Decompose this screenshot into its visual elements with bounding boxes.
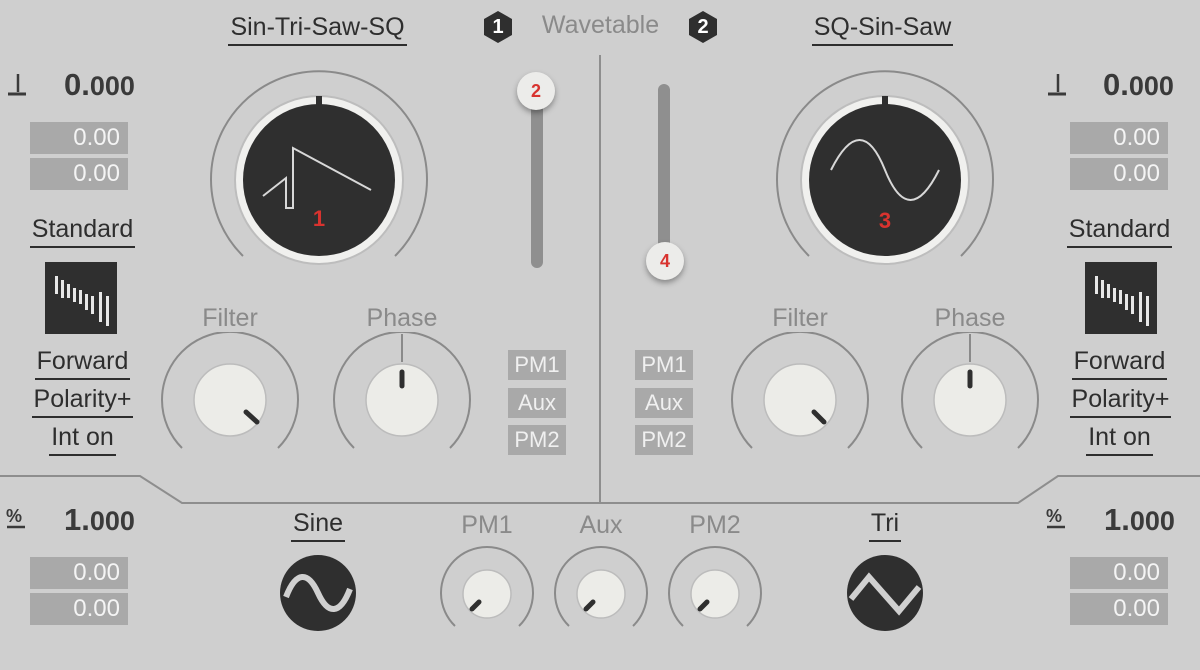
right-pitch-box-1[interactable]: 0.00: [1070, 122, 1168, 154]
osc1-hex-badge-icon: 1: [481, 10, 515, 44]
percent-icon: %: [1045, 506, 1067, 530]
osc1-filter-label: Filter: [202, 304, 258, 332]
osc2-tag-pm2[interactable]: PM2: [635, 425, 693, 455]
left-percent-value[interactable]: 1.000: [64, 502, 135, 538]
right-pitch-box-2[interactable]: 0.00: [1070, 158, 1168, 190]
osc2-filter-knob[interactable]: [730, 332, 870, 462]
left-pitch-box-2[interactable]: 0.00: [30, 158, 128, 190]
right-mode-selector[interactable]: Standard: [1052, 214, 1187, 248]
left-percent-box-2[interactable]: 0.00: [30, 593, 128, 625]
lfo2-shape-selector[interactable]: Tri: [845, 508, 925, 542]
left-pitch-value[interactable]: 0.000: [64, 67, 135, 103]
pm1-knob-label: PM1: [461, 511, 513, 539]
osc2-tag-pm1[interactable]: PM1: [635, 350, 693, 380]
quarter-note-icon: [1046, 72, 1068, 100]
left-polarity-selector[interactable]: Polarity+: [10, 384, 155, 418]
osc1-phase-knob[interactable]: [332, 332, 472, 462]
osc1-mix-slider-track[interactable]: [531, 92, 543, 268]
right-percent-box-2[interactable]: 0.00: [1070, 593, 1168, 625]
quarter-note-icon: [6, 72, 28, 100]
left-direction-selector[interactable]: Forward: [15, 346, 150, 380]
osc2-mix-slider-thumb[interactable]: 4: [646, 242, 684, 280]
percent-icon: %: [5, 506, 27, 530]
osc1-knob-number: 1: [312, 206, 326, 231]
osc2-wavetable-position-knob[interactable]: 3: [765, 60, 1005, 300]
right-percent-box-1[interactable]: 0.00: [1070, 557, 1168, 589]
osc1-tag-pm1[interactable]: PM1: [508, 350, 566, 380]
osc2-slider-number: 4: [659, 251, 670, 271]
osc2-hex-badge-icon: 2: [686, 10, 720, 44]
pm1-amount-knob[interactable]: [439, 542, 535, 638]
osc2-tag-aux[interactable]: Aux: [635, 388, 693, 418]
right-percent-value[interactable]: 1.000: [1104, 502, 1175, 538]
osc1-slider-number: 2: [530, 81, 541, 101]
step-bars-icon[interactable]: [45, 262, 117, 334]
left-pitch-box-1[interactable]: 0.00: [30, 122, 128, 154]
pm2-amount-knob[interactable]: [667, 542, 763, 638]
osc1-phase-label: Phase: [366, 304, 438, 332]
pm2-knob-label: PM2: [689, 511, 741, 539]
osc2-mix-slider-track[interactable]: [658, 84, 670, 262]
svg-text:%: %: [6, 506, 22, 526]
aux-knob-label: Aux: [579, 511, 623, 539]
right-interp-selector[interactable]: Int on: [1052, 422, 1187, 456]
right-polarity-selector[interactable]: Polarity+: [1048, 384, 1193, 418]
osc1-mix-slider-thumb[interactable]: 2: [517, 72, 555, 110]
left-percent-box-1[interactable]: 0.00: [30, 557, 128, 589]
osc2-phase-label: Phase: [934, 304, 1006, 332]
osc2-knob-number: 3: [878, 208, 892, 233]
osc1-filter-knob[interactable]: [160, 332, 300, 462]
lfo1-shape-selector[interactable]: Sine: [278, 508, 358, 542]
wavetable-oscillator-panel: Sin-Tri-Saw-SQ 1 Wavetable 2 SQ-Sin-Saw …: [0, 0, 1200, 670]
osc1-tag-pm2[interactable]: PM2: [508, 425, 566, 455]
osc1-wavetable-name[interactable]: Sin-Tri-Saw-SQ: [215, 12, 420, 46]
left-interp-selector[interactable]: Int on: [15, 422, 150, 456]
triangle-wave-icon[interactable]: [847, 555, 923, 631]
left-mode-selector[interactable]: Standard: [15, 214, 150, 248]
step-bars-icon[interactable]: [1085, 262, 1157, 334]
osc2-wavetable-name[interactable]: SQ-Sin-Saw: [795, 12, 970, 46]
osc1-tag-aux[interactable]: Aux: [508, 388, 566, 418]
osc1-wavetable-position-knob[interactable]: 1: [199, 60, 439, 300]
osc2-badge-number: 2: [697, 16, 709, 38]
osc2-filter-label: Filter: [772, 304, 828, 332]
osc2-phase-knob[interactable]: [900, 332, 1040, 462]
right-pitch-value[interactable]: 0.000: [1103, 67, 1174, 103]
osc1-badge-number: 1: [492, 16, 504, 38]
sine-wave-icon[interactable]: [280, 555, 356, 631]
aux-amount-knob[interactable]: [553, 542, 649, 638]
right-direction-selector[interactable]: Forward: [1052, 346, 1187, 380]
svg-text:%: %: [1046, 506, 1062, 526]
wavetable-title: Wavetable: [541, 11, 660, 39]
